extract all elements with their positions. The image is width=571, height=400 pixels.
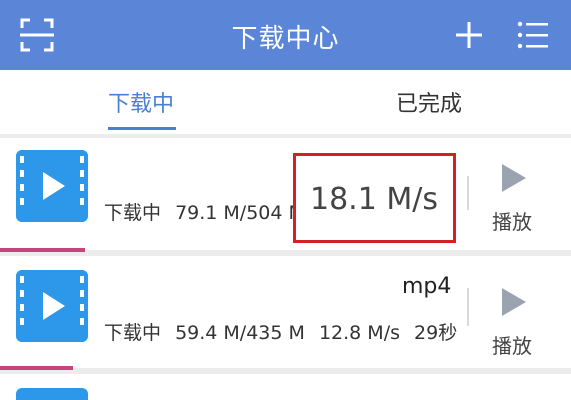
menu-icon[interactable] bbox=[510, 12, 556, 58]
speed-text: 12.8 M/s bbox=[318, 322, 400, 344]
download-meta: 下载中 79.1 M/504 M bbox=[104, 198, 313, 225]
video-file-icon bbox=[16, 388, 88, 400]
plus-icon[interactable] bbox=[446, 12, 492, 58]
download-item[interactable]: 下载中 79.1 M/504 M 播放 bbox=[0, 138, 571, 252]
play-icon bbox=[502, 288, 526, 316]
play-button[interactable]: 播放 bbox=[492, 158, 542, 235]
active-tab-indicator bbox=[108, 127, 176, 130]
progress-text: 59.4 M/435 M bbox=[175, 322, 305, 344]
download-item[interactable] bbox=[0, 374, 571, 400]
progress-bar bbox=[0, 366, 73, 370]
status-text: 下载中 bbox=[104, 322, 162, 344]
download-item[interactable]: mp4 下载中 59.4 M/435 M 12.8 M/s 29秒 播放 bbox=[0, 256, 571, 370]
highlighted-speed: 18.1 M/s bbox=[310, 182, 438, 217]
play-label: 播放 bbox=[492, 334, 532, 358]
progress-text: 79.1 M/504 M bbox=[175, 202, 305, 224]
play-button[interactable]: 播放 bbox=[492, 282, 542, 359]
tab-downloading[interactable]: 下载中 bbox=[108, 86, 174, 118]
file-name: mp4 bbox=[402, 274, 452, 299]
top-app-bar: 下载中心 bbox=[0, 0, 571, 70]
remaining-time: 29秒 bbox=[414, 322, 458, 344]
divider bbox=[467, 288, 469, 326]
play-icon bbox=[502, 164, 526, 192]
download-tabs: 下载中 已完成 bbox=[0, 70, 571, 134]
download-meta: 下载中 59.4 M/435 M 12.8 M/s 29秒 bbox=[104, 318, 465, 345]
video-file-icon bbox=[16, 270, 88, 342]
play-label: 播放 bbox=[492, 210, 532, 234]
video-file-icon bbox=[16, 150, 88, 222]
status-text: 下载中 bbox=[104, 202, 162, 224]
speed-highlight: 18.1 M/s bbox=[293, 153, 456, 243]
progress-bar bbox=[0, 248, 85, 252]
divider bbox=[467, 176, 469, 210]
tab-completed[interactable]: 已完成 bbox=[396, 86, 462, 118]
